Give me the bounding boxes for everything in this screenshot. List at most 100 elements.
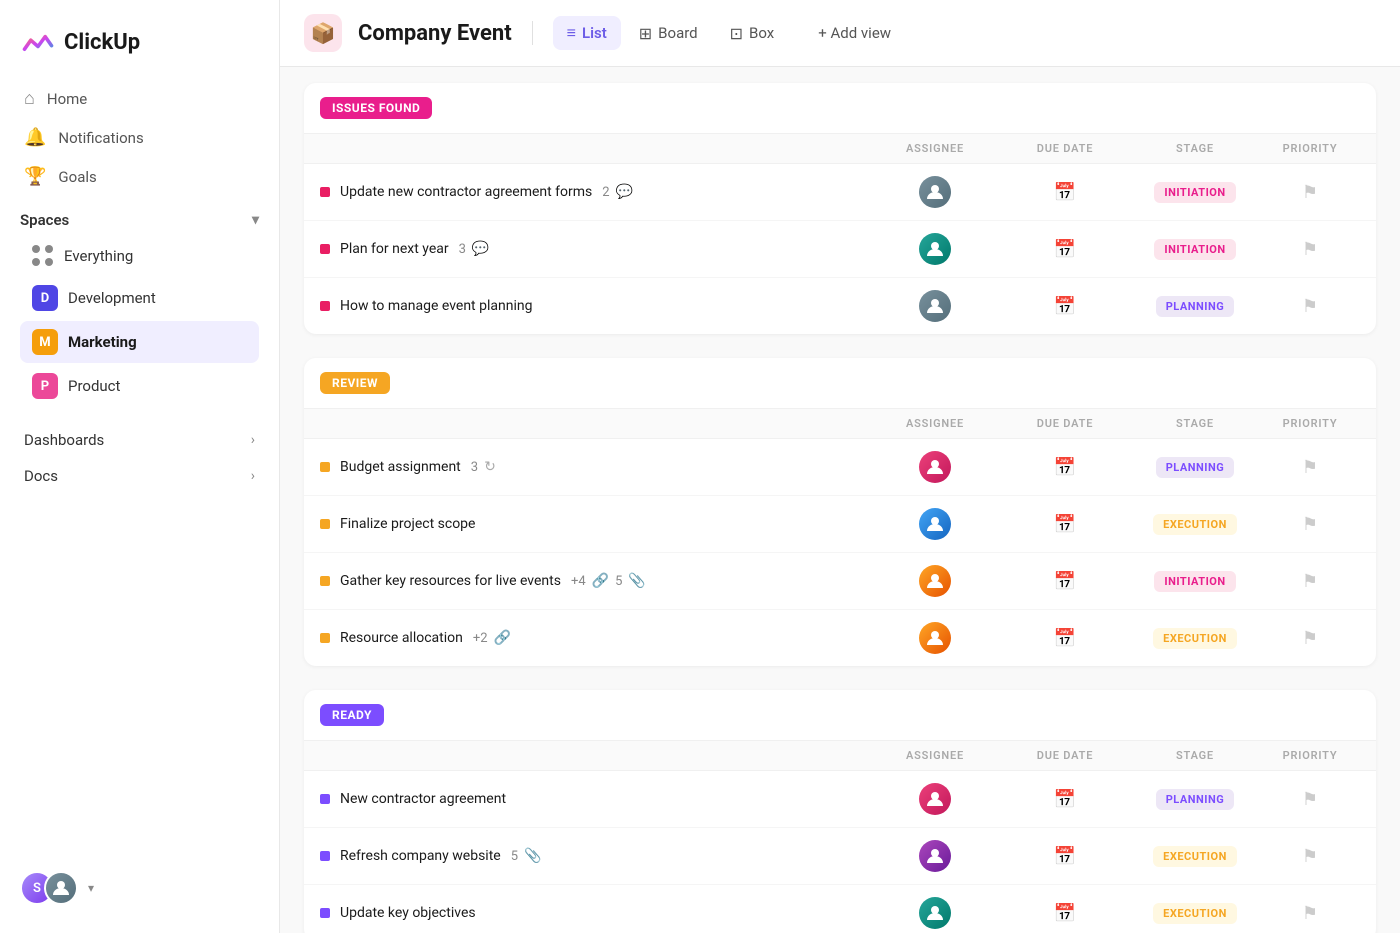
task-assignee-7	[870, 622, 1000, 654]
goals-icon: 🏆	[24, 166, 46, 187]
task-due-1[interactable]: 📅	[1000, 182, 1130, 203]
calendar-icon-10[interactable]: 📅	[1054, 903, 1076, 924]
task-due-5[interactable]: 📅	[1000, 514, 1130, 535]
calendar-icon-7[interactable]: 📅	[1054, 628, 1076, 649]
sidebar-item-marketing[interactable]: M Marketing	[20, 321, 259, 363]
avatar-task-9	[919, 840, 951, 872]
task-meta-4: 3 ↻	[471, 459, 496, 475]
task-content: ISSUES FOUND ASSIGNEE DUE DATE STAGE PRI…	[280, 67, 1400, 933]
sidebar-item-home-label: Home	[47, 90, 87, 108]
task-name-8: New contractor agreement	[320, 791, 870, 807]
sidebar-item-product[interactable]: P Product	[20, 365, 259, 407]
comment-icon-1: 💬	[616, 184, 633, 200]
task-due-6[interactable]: 📅	[1000, 571, 1130, 592]
footer-chevron-icon[interactable]: ▾	[88, 881, 94, 895]
chevron-right-icon: ›	[251, 432, 255, 448]
calendar-icon-5[interactable]: 📅	[1054, 514, 1076, 535]
task-due-10[interactable]: 📅	[1000, 903, 1130, 924]
avatar-secondary	[44, 871, 78, 905]
development-badge: D	[32, 285, 58, 311]
flag-icon-4[interactable]: ⚑	[1302, 457, 1318, 478]
calendar-icon-9[interactable]: 📅	[1054, 846, 1076, 867]
task-dot-yellow-6	[320, 576, 330, 586]
task-assignee-3	[870, 290, 1000, 322]
flag-icon-9[interactable]: ⚑	[1302, 846, 1318, 867]
task-priority-6[interactable]: ⚑	[1260, 571, 1360, 592]
sidebar-item-docs[interactable]: Docs ›	[12, 459, 267, 493]
sidebar-item-notifications[interactable]: 🔔 Notifications	[12, 119, 267, 156]
group-review-header: REVIEW	[304, 358, 1376, 409]
sidebar-item-dashboards[interactable]: Dashboards ›	[12, 423, 267, 457]
task-stage-1: INITIATION	[1130, 182, 1260, 203]
stage-badge-7: EXECUTION	[1153, 628, 1237, 649]
task-due-4[interactable]: 📅	[1000, 457, 1130, 478]
task-meta-7: +2 🔗	[473, 630, 511, 646]
sidebar-item-goals[interactable]: 🏆 Goals	[12, 158, 267, 195]
calendar-icon-1[interactable]: 📅	[1054, 182, 1076, 203]
sidebar-item-product-label: Product	[68, 377, 120, 395]
user-icon	[51, 878, 71, 898]
flag-icon-8[interactable]: ⚑	[1302, 789, 1318, 810]
task-priority-10[interactable]: ⚑	[1260, 903, 1360, 924]
calendar-icon-8[interactable]: 📅	[1054, 789, 1076, 810]
task-priority-7[interactable]: ⚑	[1260, 628, 1360, 649]
task-name-7: Resource allocation +2 🔗	[320, 630, 870, 646]
calendar-icon-2[interactable]: 📅	[1054, 239, 1076, 260]
task-stage-2: INITIATION	[1130, 239, 1260, 260]
task-priority-1[interactable]: ⚑	[1260, 182, 1360, 203]
calendar-icon-4[interactable]: 📅	[1054, 457, 1076, 478]
tab-board[interactable]: ⊞ Board	[625, 17, 712, 50]
task-due-2[interactable]: 📅	[1000, 239, 1130, 260]
marketing-badge: M	[32, 329, 58, 355]
sidebar-item-development[interactable]: D Development	[20, 277, 259, 319]
task-meta-6: +4 🔗 5 📎	[571, 573, 646, 589]
sidebar-item-everything[interactable]: Everything	[20, 237, 259, 275]
flag-icon-2[interactable]: ⚑	[1302, 239, 1318, 260]
add-view-button[interactable]: + Add view	[804, 17, 905, 49]
user-avatars[interactable]: S	[20, 871, 78, 905]
task-dot-yellow-4	[320, 462, 330, 472]
task-priority-5[interactable]: ⚑	[1260, 514, 1360, 535]
product-badge: P	[32, 373, 58, 399]
task-assignee-6	[870, 565, 1000, 597]
task-due-8[interactable]: 📅	[1000, 789, 1130, 810]
task-due-9[interactable]: 📅	[1000, 846, 1130, 867]
flag-icon-6[interactable]: ⚑	[1302, 571, 1318, 592]
sidebar-item-home[interactable]: ⌂ Home	[12, 80, 267, 117]
task-assignee-10	[870, 897, 1000, 929]
task-stage-3: PLANNING	[1130, 296, 1260, 317]
task-assignee-9	[870, 840, 1000, 872]
task-label-9: Refresh company website	[340, 848, 501, 864]
table-row: Budget assignment 3 ↻ 📅 PLANNING	[304, 439, 1376, 496]
tab-list[interactable]: ≡ List	[553, 16, 621, 50]
group-review: REVIEW ASSIGNEE DUE DATE STAGE PRIORITY …	[304, 358, 1376, 666]
tab-box[interactable]: ⊡ Box	[716, 17, 789, 50]
task-assignee-8	[870, 783, 1000, 815]
flag-icon-1[interactable]: ⚑	[1302, 182, 1318, 203]
task-due-3[interactable]: 📅	[1000, 296, 1130, 317]
task-priority-9[interactable]: ⚑	[1260, 846, 1360, 867]
task-priority-8[interactable]: ⚑	[1260, 789, 1360, 810]
task-count-1: 2	[602, 185, 609, 200]
task-priority-3[interactable]: ⚑	[1260, 296, 1360, 317]
add-view-label: + Add view	[818, 24, 891, 42]
task-priority-4[interactable]: ⚑	[1260, 457, 1360, 478]
calendar-icon-6[interactable]: 📅	[1054, 571, 1076, 592]
task-priority-2[interactable]: ⚑	[1260, 239, 1360, 260]
group-ready-header: READY	[304, 690, 1376, 741]
task-due-7[interactable]: 📅	[1000, 628, 1130, 649]
flag-icon-10[interactable]: ⚑	[1302, 903, 1318, 924]
table-row: Plan for next year 3 💬 📅 INITIATION	[304, 221, 1376, 278]
task-label-2: Plan for next year	[340, 241, 449, 257]
spaces-section: Spaces ▾ Everything D Development M Mark…	[0, 195, 279, 415]
stage-badge-6: INITIATION	[1154, 571, 1235, 592]
flag-icon-3[interactable]: ⚑	[1302, 296, 1318, 317]
spaces-header[interactable]: Spaces ▾	[20, 211, 259, 229]
col-assignee-1: ASSIGNEE	[870, 142, 1000, 155]
flag-icon-7[interactable]: ⚑	[1302, 628, 1318, 649]
logo[interactable]: ClickUp	[0, 16, 279, 80]
stage-badge-9: EXECUTION	[1153, 846, 1237, 867]
task-dot-red-2	[320, 244, 330, 254]
flag-icon-5[interactable]: ⚑	[1302, 514, 1318, 535]
calendar-icon-3[interactable]: 📅	[1054, 296, 1076, 317]
